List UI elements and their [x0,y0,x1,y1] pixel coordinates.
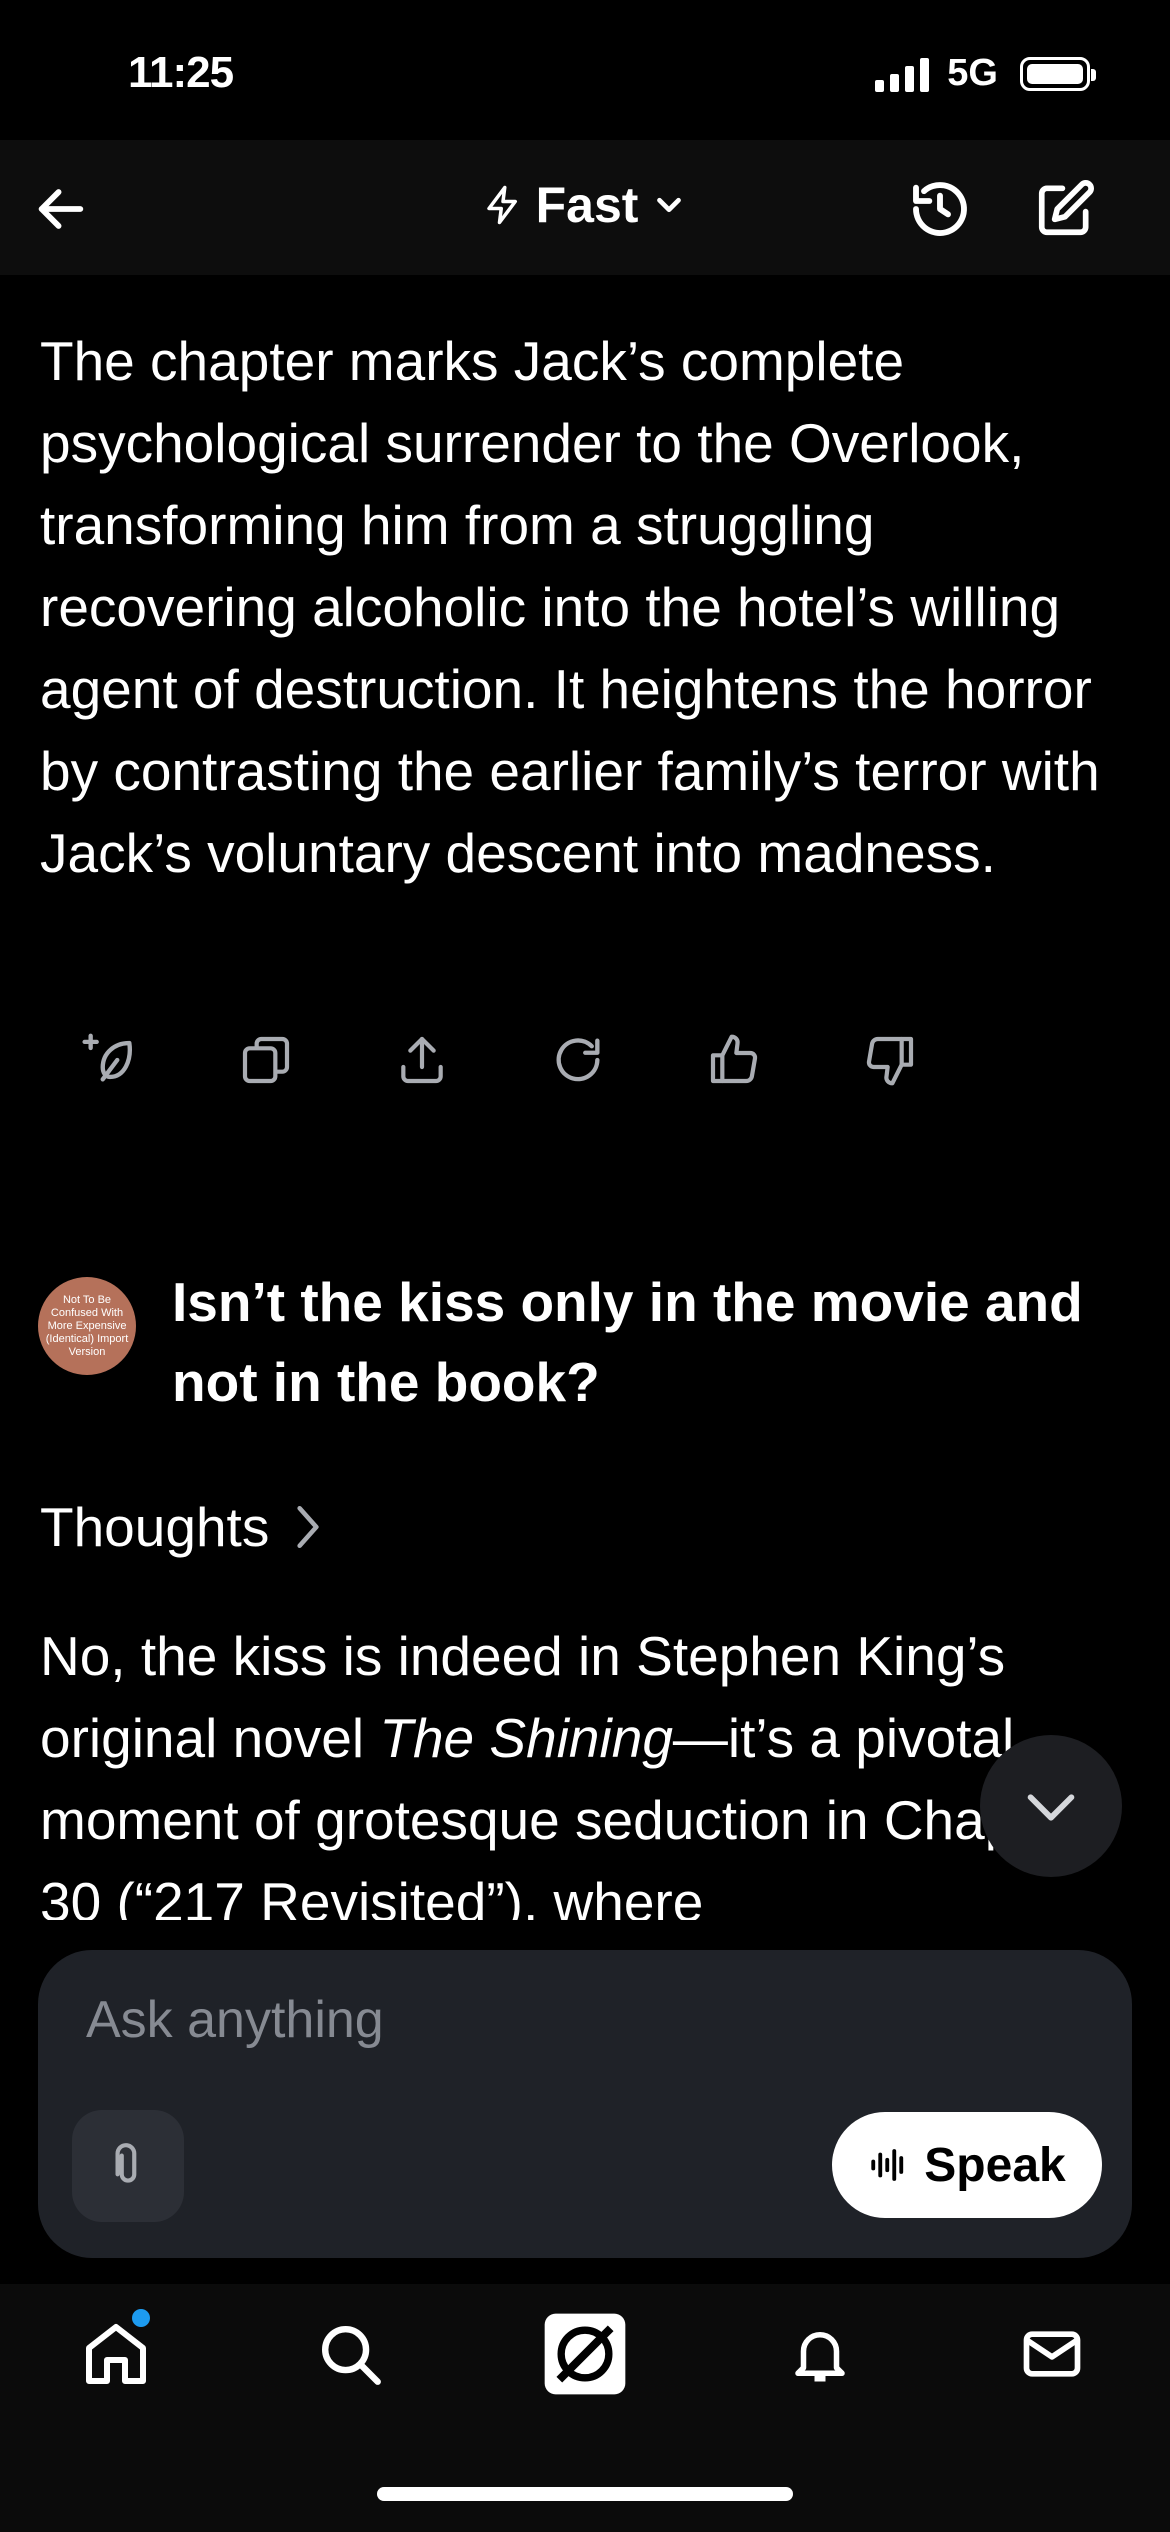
paperclip-icon [115,2143,137,2183]
network-label: 5G [947,52,998,94]
like-button[interactable] [704,1030,764,1090]
cellular-signal-icon [875,56,930,92]
nav-messages[interactable] [1002,2304,1102,2404]
search-icon [322,2326,381,2385]
new-chat-button[interactable] [1030,174,1100,244]
share-button[interactable] [392,1030,452,1090]
chevron-down-icon [657,197,682,213]
mail-icon [1023,2331,1081,2377]
home-notification-dot [132,2309,150,2327]
battery-icon [1020,56,1096,91]
refresh-button[interactable] [548,1030,608,1090]
history-button[interactable] [905,174,975,244]
copy-button[interactable] [236,1030,296,1090]
nav-search[interactable] [300,2304,400,2404]
history-icon [913,182,967,236]
thumbs-up-icon [710,1034,758,1084]
home-icon [86,2324,146,2384]
grok-icon [544,2313,626,2395]
composer: Speak [38,1950,1132,2258]
lightning-icon [486,185,517,225]
nav-home[interactable] [66,2304,166,2404]
scroll-to-bottom-button[interactable] [980,1735,1122,1877]
compose-icon [1038,180,1094,236]
assistant-message: The chapter marks Jack’s complete psycho… [40,330,1100,884]
nav-grok[interactable] [535,2304,635,2404]
refresh-icon [556,1038,600,1082]
book-title: The Shining [379,1707,673,1769]
chevron-down-icon [1027,1794,1075,1821]
thumbs-down-icon [866,1036,914,1086]
model-selector[interactable]: Fast [0,176,1170,234]
model-label: Fast [535,177,639,233]
top-bar: Fast [0,140,1170,275]
share-icon [401,1036,443,1084]
thoughts-toggle[interactable]: Thoughts [40,1495,325,1559]
nav-notifications[interactable] [770,2304,870,2404]
home-indicator [377,2487,793,2501]
status-indicators: 5G [875,52,1096,95]
avatar-text: Not To Be Confused With More Expensive (… [45,1293,129,1358]
regenerate-sparkle-icon [82,1033,132,1082]
bell-icon [795,2332,845,2382]
thoughts-label: Thoughts [40,1496,270,1558]
dislike-button[interactable] [860,1030,920,1090]
assistant-message-2: No, the kiss is indeed in Stephen King’s… [40,1615,1140,1920]
ask-input[interactable] [86,1990,886,2050]
attach-button[interactable] [72,2110,184,2222]
chevron-right-icon [297,1505,319,1549]
avatar[interactable]: Not To Be Confused With More Expensive (… [38,1277,136,1375]
message-actions [80,1030,920,1090]
user-message: Isn’t the kiss only in the movie and not… [172,1271,1083,1413]
speak-button[interactable]: Speak [832,2112,1102,2218]
regenerate-button[interactable] [80,1030,140,1090]
speak-label: Speak [924,2138,1066,2192]
status-time: 11:25 [128,48,234,97]
voice-waveform-icon [871,2149,904,2181]
copy-icon [242,1036,290,1084]
